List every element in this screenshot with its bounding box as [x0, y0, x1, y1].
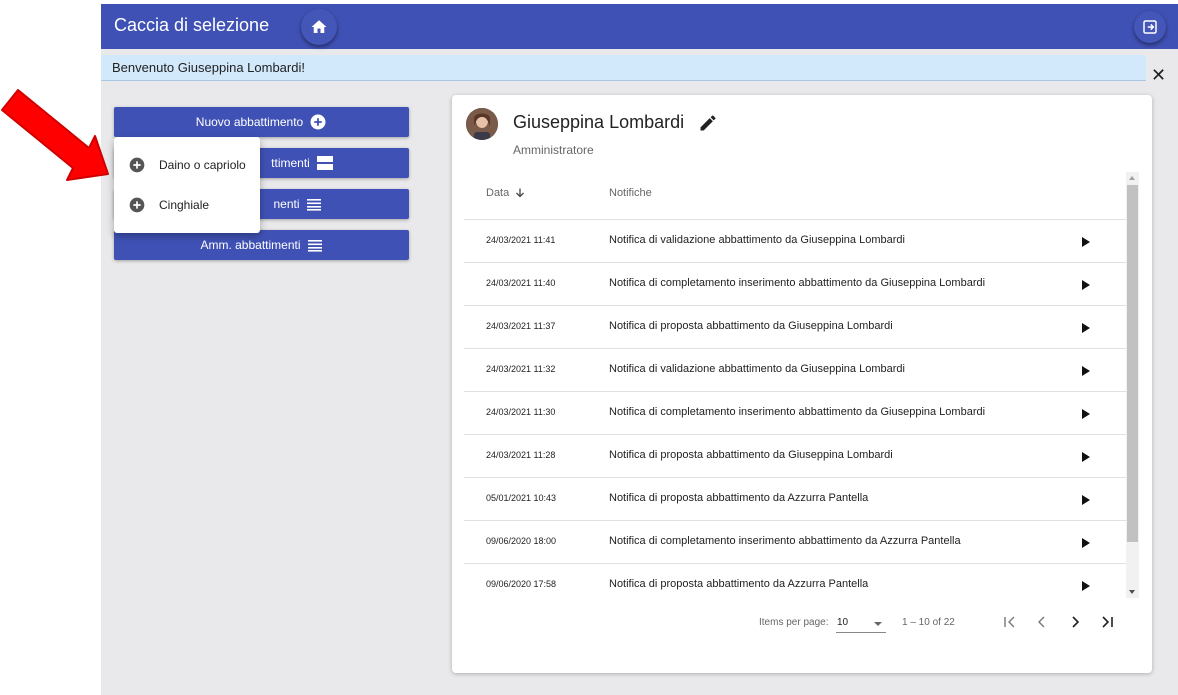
last-page-button[interactable]: [1097, 612, 1117, 632]
table-header: Data Notifiche: [464, 175, 1129, 220]
play-arrow-icon[interactable]: [1081, 451, 1091, 463]
table-row[interactable]: 24/03/2021 11:41 Notifica di validazione…: [464, 220, 1129, 263]
dropdown-item-daino[interactable]: Daino o capriolo: [114, 147, 260, 183]
admin-hunts-label: Amm. abbattimenti: [200, 238, 301, 252]
view-agenda-icon: [316, 156, 333, 170]
row-date: 24/03/2021 11:28: [486, 450, 556, 460]
table-row[interactable]: 24/03/2021 11:28 Notifica di proposta ab…: [464, 435, 1129, 478]
dropdown-item-cinghiale[interactable]: Cinghiale: [114, 187, 260, 223]
row-text: Notifica di proposta abbattimento da Azz…: [609, 492, 869, 504]
page-range: 1 – 10 of 22: [902, 617, 955, 628]
table-row[interactable]: 05/01/2021 10:43 Notifica di proposta ab…: [464, 478, 1129, 521]
column-header-date-label: Data: [486, 187, 510, 199]
play-arrow-icon[interactable]: [1081, 494, 1091, 506]
table-scrollbar[interactable]: [1126, 172, 1139, 598]
scroll-up-arrow[interactable]: [1129, 176, 1135, 180]
caret-down-icon: [874, 622, 882, 626]
play-arrow-icon[interactable]: [1081, 408, 1091, 420]
new-hunt-dropdown: Daino o capriolo Cinghiale: [114, 137, 260, 233]
row-date: 24/03/2021 11:41: [486, 235, 556, 245]
row-text: Notifica di proposta abbattimento da Giu…: [609, 320, 893, 332]
row-date: 09/06/2020 17:58: [486, 579, 557, 589]
hunts-label: ttimenti: [271, 156, 310, 170]
home-button[interactable]: [301, 9, 337, 45]
table-row[interactable]: 24/03/2021 11:37 Notifica di proposta ab…: [464, 306, 1129, 349]
dropdown-item-label: Daino o capriolo: [159, 158, 246, 172]
dropdown-item-label: Cinghiale: [159, 198, 210, 212]
row-date: 24/03/2021 11:37: [486, 321, 556, 331]
row-text: Notifica di validazione abbattimento da …: [609, 363, 905, 375]
row-text: Notifica di completamento inserimento ab…: [609, 277, 986, 289]
row-date: 24/03/2021 11:32: [486, 364, 556, 374]
play-arrow-icon[interactable]: [1081, 537, 1091, 549]
play-arrow-icon[interactable]: [1081, 279, 1091, 291]
previous-page-button[interactable]: [1032, 612, 1052, 632]
user-name: Giuseppina Lombardi: [513, 112, 685, 132]
app-window: Caccia di selezione Benvenuto Giuseppina…: [101, 4, 1178, 695]
row-text: Notifica di completamento inserimento ab…: [609, 535, 961, 547]
scroll-down-arrow[interactable]: [1129, 590, 1135, 594]
row-text: Notifica di proposta abbattimento da Giu…: [609, 449, 893, 461]
user-role: Amministratore: [513, 143, 594, 157]
table-row[interactable]: 09/06/2020 17:58 Notifica di proposta ab…: [464, 564, 1129, 606]
row-date: 05/01/2021 10:43: [486, 493, 557, 503]
row-text: Notifica di proposta abbattimento da Azz…: [609, 578, 869, 590]
row-date: 24/03/2021 11:40: [486, 278, 556, 288]
pencil-icon[interactable]: [698, 113, 718, 133]
close-icon[interactable]: ✕: [1151, 65, 1166, 86]
red-arrow-annotation: [1, 89, 109, 181]
row-text: Notifica di completamento inserimento ab…: [609, 406, 986, 418]
arrow-down-icon: [516, 188, 525, 198]
home-icon: [311, 20, 327, 33]
table-row[interactable]: 24/03/2021 11:30 Notifica di completamen…: [464, 392, 1129, 435]
list-icon: [307, 240, 322, 252]
paginator: Items per page: 10 1 – 10 of 22: [452, 608, 1152, 638]
welcome-text: Benvenuto Giuseppina Lombardi!: [112, 60, 305, 75]
app-title: Caccia di selezione: [114, 15, 270, 35]
add-circle-icon: [129, 157, 145, 173]
row-date: 09/06/2020 18:00: [486, 536, 557, 546]
logout-button[interactable]: [1134, 11, 1166, 43]
add-circle-icon: [129, 197, 145, 213]
play-arrow-icon[interactable]: [1081, 580, 1091, 592]
next-page-button[interactable]: [1065, 612, 1085, 632]
new-hunt-button[interactable]: Nuovo abbattimento: [114, 107, 409, 137]
notifications-card: Giuseppina Lombardi Amministratore Data …: [452, 95, 1152, 673]
table-row[interactable]: 24/03/2021 11:40 Notifica di completamen…: [464, 263, 1129, 306]
first-page-icon: [1004, 616, 1015, 628]
page-size-value: 10: [837, 617, 849, 628]
play-arrow-icon[interactable]: [1081, 236, 1091, 248]
avatar: [466, 108, 498, 140]
play-arrow-icon[interactable]: [1081, 322, 1091, 334]
logout-icon: [1143, 20, 1157, 34]
scrollbar-thumb[interactable]: [1127, 185, 1138, 542]
table-row[interactable]: 09/06/2020 18:00 Notifica di completamen…: [464, 521, 1129, 564]
welcome-banner: Benvenuto Giuseppina Lombardi!: [101, 55, 1146, 81]
column-header-date[interactable]: Data: [486, 187, 526, 199]
table-row[interactable]: 24/03/2021 11:32 Notifica di validazione…: [464, 349, 1129, 392]
items-per-page-label: Items per page:: [759, 617, 829, 628]
hunts-list-label: nenti: [273, 197, 300, 211]
play-arrow-icon[interactable]: [1081, 365, 1091, 377]
column-header-notifications: Notifiche: [609, 187, 652, 199]
row-date: 24/03/2021 11:30: [486, 407, 556, 417]
top-toolbar: Caccia di selezione: [101, 4, 1178, 49]
row-text: Notifica di validazione abbattimento da …: [609, 234, 905, 246]
last-page-icon: [1102, 616, 1113, 628]
admin-hunts-button[interactable]: Amm. abbattimenti: [114, 230, 409, 260]
list-icon: [306, 199, 321, 211]
add-circle-icon: [310, 114, 326, 130]
first-page-button[interactable]: [1000, 612, 1020, 632]
chevron-left-icon: [1038, 616, 1045, 628]
new-hunt-label: Nuovo abbattimento: [195, 115, 304, 129]
page-size-select[interactable]: 10: [836, 614, 886, 633]
chevron-right-icon: [1072, 616, 1080, 628]
